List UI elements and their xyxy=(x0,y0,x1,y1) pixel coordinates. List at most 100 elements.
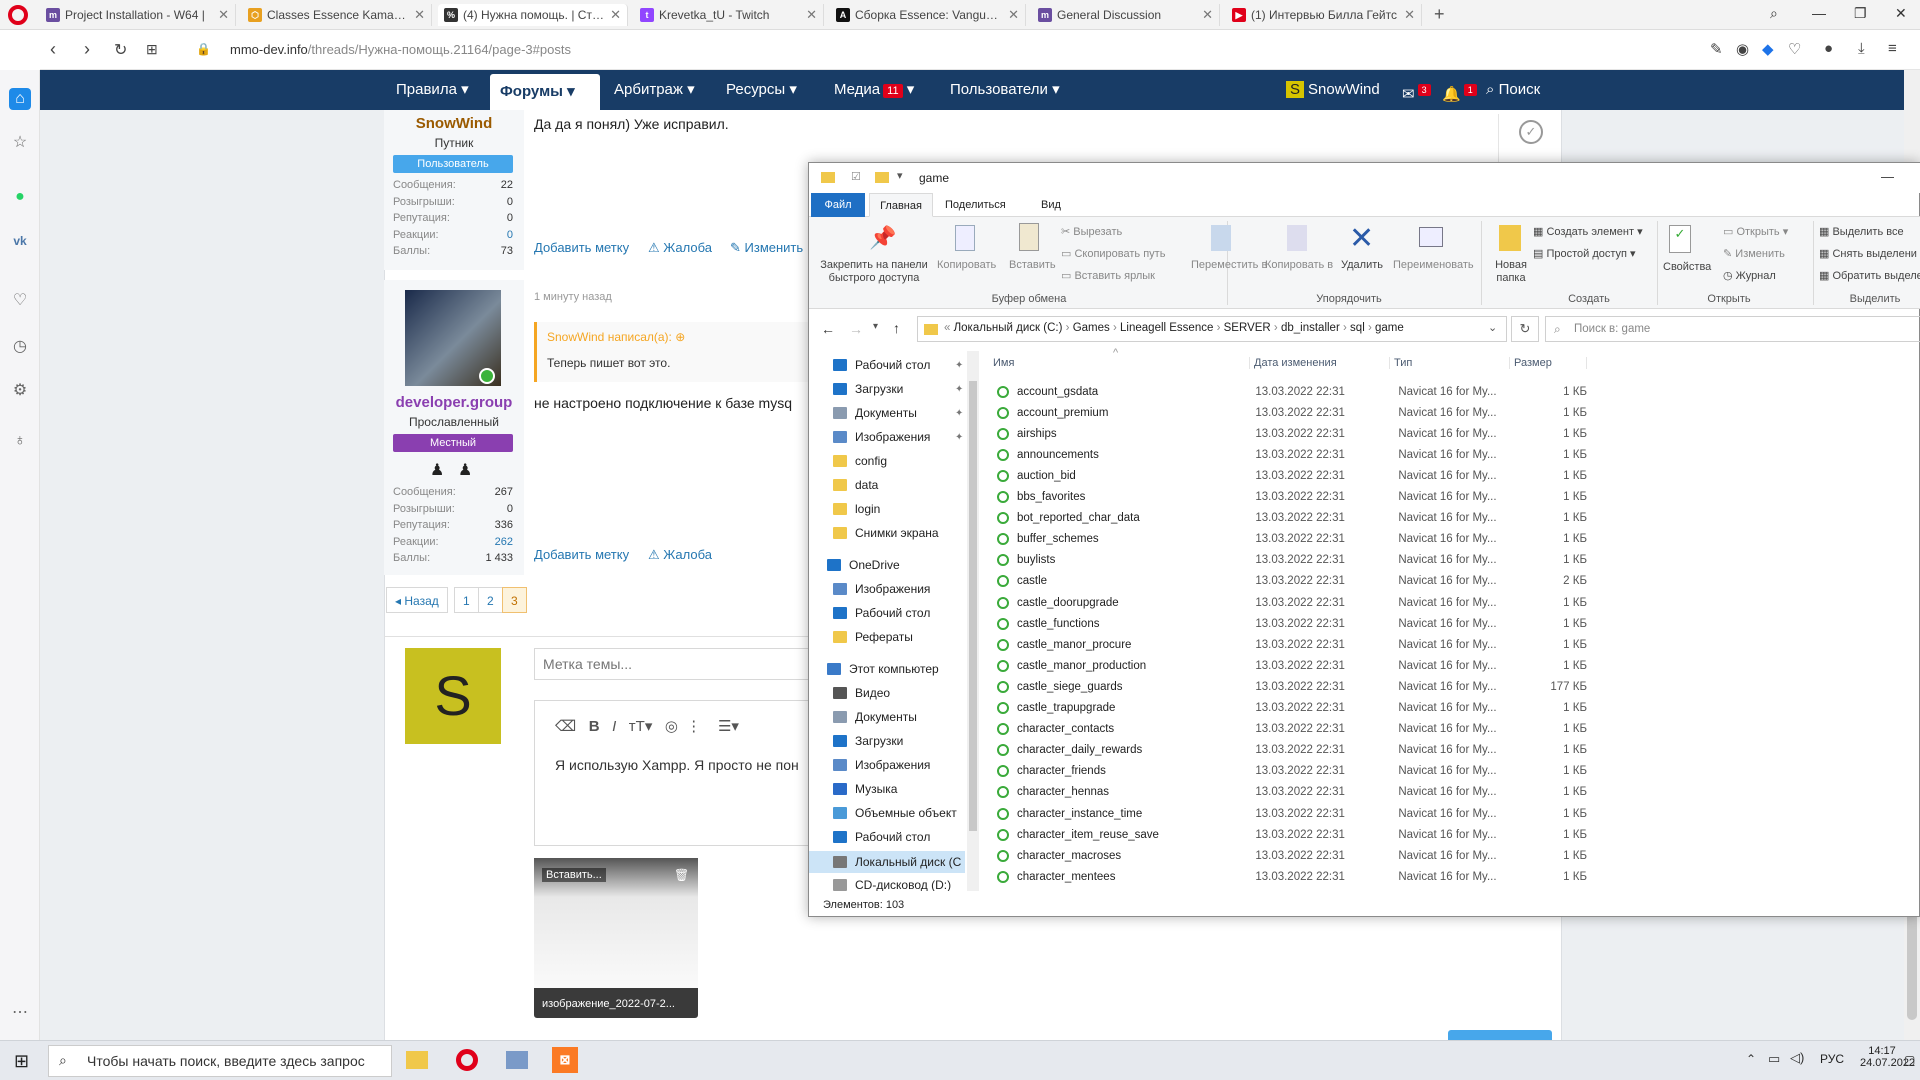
pin-icon[interactable]: ✦ xyxy=(955,408,963,419)
tab-close-icon[interactable]: ✕ xyxy=(1008,7,1019,23)
file-row[interactable]: castle_trapupgrade 13.03.2022 22:31 Navica… xyxy=(993,698,1587,719)
file-row[interactable]: buylists 13.03.2022 22:31 Navicat 16 for M… xyxy=(993,550,1587,571)
nav-item[interactable]: Рефераты xyxy=(833,627,979,647)
breadcrumb-segment[interactable]: Локальный диск (C:) xyxy=(954,322,1063,334)
whatsapp-icon[interactable]: ● xyxy=(9,186,31,208)
invert-selection-button[interactable]: ▦ Обратить выделен xyxy=(1819,269,1920,282)
nav-item[interactable]: Документы ✦ xyxy=(833,403,979,423)
pin-quick-access-button[interactable]: Закрепить на панели быстрого доступа xyxy=(815,259,933,285)
color-icon[interactable]: ◎ xyxy=(665,718,678,735)
post1-username[interactable]: SnowWind xyxy=(384,115,524,132)
breadcrumb-segment[interactable]: sql xyxy=(1350,322,1365,334)
post2-username[interactable]: developer.group xyxy=(384,394,524,411)
clear-format-icon[interactable]: ⌫ xyxy=(555,718,576,735)
pin-icon[interactable]: ✦ xyxy=(955,360,963,371)
menu-icon[interactable]: ≡ xyxy=(1888,40,1897,57)
camera-icon[interactable]: ◉ xyxy=(1736,40,1749,58)
tab-close-icon[interactable]: ✕ xyxy=(806,7,817,23)
nav-item[interactable]: login xyxy=(833,499,979,519)
text-size-icon[interactable]: тT▾ xyxy=(629,718,653,735)
nav-item[interactable]: CD-дисковод (D:) xyxy=(833,875,979,891)
language-indicator[interactable]: РУС xyxy=(1820,1052,1844,1066)
nav-arbitrage[interactable]: Арбитраж ▾ xyxy=(604,70,705,110)
file-row[interactable]: castle_manor_production 13.03.2022 22:31 N… xyxy=(993,655,1587,676)
delete-icon[interactable]: ✕ xyxy=(1349,221,1374,256)
breadcrumb-segment[interactable]: SERVER xyxy=(1224,322,1271,334)
chevron-right-icon[interactable]: › xyxy=(1217,322,1221,334)
attachment-thumbnail[interactable]: Вставить... 🗑 изображение_2022-07-2... xyxy=(534,858,698,1018)
file-row[interactable]: airships 13.03.2022 22:31 Navicat 16 for M… xyxy=(993,423,1587,444)
path-bar[interactable]: « Локальный диск (C:) › Games › Lineagel… xyxy=(917,316,1507,342)
mark-solution-icon[interactable]: ✓ xyxy=(1519,120,1543,144)
nav-item[interactable]: Изображения xyxy=(833,755,979,775)
post1-report[interactable]: ⚠ Жалоба xyxy=(648,240,712,256)
nav-item[interactable]: Локальный диск (С xyxy=(809,851,965,873)
file-row[interactable]: account_premium 13.03.2022 22:31 Navicat 1… xyxy=(993,402,1587,423)
windows-start-icon[interactable]: ⊞ xyxy=(14,1051,29,1072)
file-row[interactable]: castle_siege_guards 13.03.2022 22:31 Navic… xyxy=(993,676,1587,697)
ribbon-tab-file[interactable]: Файл xyxy=(811,193,865,217)
tab-close-icon[interactable]: ✕ xyxy=(1202,7,1213,23)
open-button[interactable]: ▭ Открыть ▾ xyxy=(1723,225,1788,238)
download-icon[interactable]: ⤓ xyxy=(1858,40,1865,57)
page-3-current[interactable]: 3 xyxy=(502,587,527,613)
trash-icon[interactable]: 🗑 xyxy=(674,868,689,882)
post2-report[interactable]: ⚠ Жалоба xyxy=(648,547,712,563)
rename-icon[interactable] xyxy=(1419,227,1443,247)
refresh-icon[interactable]: ↻ xyxy=(1511,316,1539,342)
nav-item[interactable]: config xyxy=(833,451,979,471)
file-row[interactable]: castle_doorupgrade 13.03.2022 22:31 Navica… xyxy=(993,592,1587,613)
new-tab-icon[interactable]: + xyxy=(1434,4,1445,25)
browser-tab[interactable]: m Project Installation - W64 | ✕ xyxy=(40,4,236,26)
xampp-taskbar-icon[interactable]: ⊠ xyxy=(552,1047,578,1073)
crumb-overflow-icon[interactable]: « xyxy=(944,322,950,334)
tab-close-icon[interactable]: ✕ xyxy=(610,7,621,23)
file-row[interactable]: character_hennas 13.03.2022 22:31 Navicat … xyxy=(993,782,1587,803)
nav-resources[interactable]: Ресурсы ▾ xyxy=(716,70,807,110)
nav-item[interactable]: Рабочий стол ✦ xyxy=(833,355,979,375)
nav-item[interactable]: Рабочий стол xyxy=(833,827,979,847)
reply-editor[interactable]: ⌫ B I тT▾ ◎ ⋮ ☰▾ Я использую Xampp. Я пр… xyxy=(534,700,824,846)
file-row[interactable]: character_instance_time 13.03.2022 22:31 N… xyxy=(993,803,1587,824)
qat-properties-icon[interactable]: ☑ xyxy=(851,170,861,183)
post1-edit[interactable]: ✎ Изменить xyxy=(730,240,803,256)
clock[interactable]: 14:17 24.07.2022 xyxy=(1860,1045,1915,1069)
stat-value[interactable]: 0 xyxy=(507,229,513,241)
chevron-right-icon[interactable]: › xyxy=(1343,322,1347,334)
edit-button[interactable]: ✎ Изменить xyxy=(1723,247,1785,260)
nav-item[interactable]: Документы xyxy=(833,707,979,727)
nav-account[interactable]: S SnowWind xyxy=(1276,70,1390,110)
file-row[interactable]: character_item_reuse_save 13.03.2022 22:3… xyxy=(993,824,1587,845)
file-explorer-taskbar-icon[interactable] xyxy=(406,1051,428,1069)
browser-tab[interactable]: t Krevetka_tU - Twitch ✕ xyxy=(634,4,824,26)
path-dropdown-icon[interactable]: ⌄ xyxy=(1488,321,1497,334)
bold-icon[interactable]: B xyxy=(589,718,600,735)
page-1[interactable]: 1 xyxy=(454,587,479,613)
opera-logo-icon[interactable] xyxy=(8,5,28,25)
vpn-shield-icon[interactable]: ◆ xyxy=(1762,40,1774,58)
vk-icon[interactable]: vk xyxy=(9,230,31,252)
nav-item[interactable]: Загрузки ✦ xyxy=(833,379,979,399)
qat-new-folder-icon[interactable] xyxy=(875,172,889,183)
bookmarks-icon[interactable]: ☆ xyxy=(9,132,31,154)
attachment-insert[interactable]: Вставить... xyxy=(542,868,606,882)
move-icon[interactable] xyxy=(1211,225,1231,251)
more-options-icon[interactable]: ⋮ xyxy=(686,718,701,735)
browser-tab[interactable]: ⬡ Classes Essence Kamael. Pa ✕ xyxy=(242,4,432,26)
nav-item[interactable]: data xyxy=(833,475,979,495)
chevron-right-icon[interactable]: › xyxy=(1066,322,1070,334)
nav-item[interactable]: Рабочий стол xyxy=(833,603,979,623)
nav-item[interactable]: Загрузки xyxy=(833,731,979,751)
file-row[interactable]: account_gsdata 13.03.2022 22:31 Navicat 16… xyxy=(993,381,1587,402)
file-row[interactable]: character_friends 13.03.2022 22:31 Navicat… xyxy=(993,761,1587,782)
file-row[interactable]: character_mentees 13.03.2022 22:31 Navicat… xyxy=(993,866,1587,887)
tabs-grid-icon[interactable]: ⊞ xyxy=(146,41,158,58)
tray-expand-icon[interactable]: ⌃ xyxy=(1746,1052,1756,1066)
new-folder-icon[interactable] xyxy=(1499,225,1521,251)
file-row[interactable]: castle_manor_procure 13.03.2022 22:31 Navi… xyxy=(993,634,1587,655)
history-icon[interactable]: ◷ xyxy=(9,336,31,358)
app-taskbar-icon[interactable] xyxy=(506,1051,528,1069)
forward-icon[interactable]: › xyxy=(84,39,90,60)
url-field[interactable]: mmo-dev.info/threads/Нужна-помощь.21164/… xyxy=(230,42,571,57)
nav-item[interactable]: OneDrive xyxy=(827,555,977,575)
